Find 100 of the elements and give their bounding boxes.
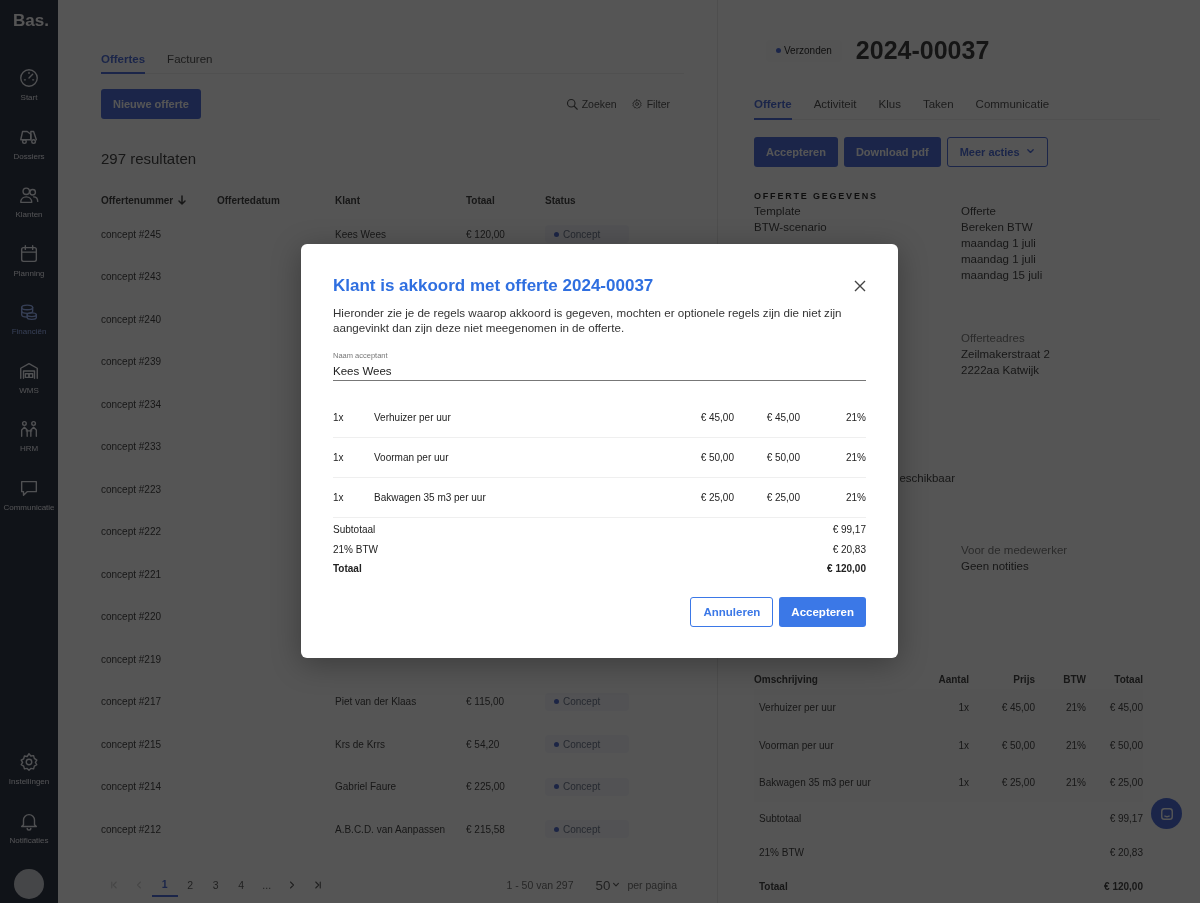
table-cell: 21% [1066,739,1086,751]
field-label: Template [754,204,801,217]
table-cell: concept #221 [101,568,162,580]
table-cell: concept #215 [101,738,162,750]
table-cell: Subtotaal [759,812,802,824]
result-count: 297 resultaten [101,149,198,169]
table-cell: € 45,00 [1001,702,1035,714]
field-value: 2222aa Katwijk [961,363,1039,376]
table-cell: Krs de Krrs [335,738,385,750]
table-cell: € 45,00 [766,412,800,423]
column-header: Prijs [1013,673,1035,685]
table-cell: € 120,00 [1104,880,1143,892]
dialog-title: Klant is akkoord met offerte 2024-00037 [333,276,654,296]
close-icon [853,279,867,293]
table-cell: € 45,00 [700,412,734,423]
tab[interactable]: Facturen [167,46,213,74]
table-cell: concept #239 [101,356,162,368]
table-cell: concept #233 [101,441,162,453]
total-label: Totaal [333,563,362,575]
tab[interactable]: Communicatie [975,89,1050,120]
table-cell: Totaal [759,880,788,892]
column-header: Totaal [1114,673,1143,685]
table-cell: € 45,00 [1109,702,1143,714]
table-cell: concept #234 [101,398,162,410]
table-cell: € 225,00 [466,781,505,793]
table-cell: Bakwagen 35 m3 per uur [759,777,871,789]
table-cell: concept #214 [101,781,162,793]
field-value: eschikbaar [899,471,955,484]
quote-number: 2024-00037 [855,36,990,66]
table-cell: Verhuizer per uur [759,702,836,714]
table-cell: € 50,00 [700,452,734,463]
cancel-button[interactable]: Annuleren [690,596,774,627]
table-cell: Voorman per uur [759,739,834,751]
column-header: Aantal [938,673,969,685]
table-cell: 1x [958,777,969,789]
tab[interactable]: Activiteit [813,89,857,120]
tab[interactable]: Taken [922,89,954,120]
table-cell: 1x [333,492,344,503]
table-cell: € 25,00 [1109,777,1143,789]
table-cell: € 215,58 [466,823,505,835]
close-button[interactable] [853,279,867,293]
page-button[interactable]: ... [254,873,280,897]
column-header[interactable]: Offertedatum [217,194,280,206]
total-label: Subtotaal [333,524,376,536]
table-cell: 21% [846,412,866,423]
total-value: € 20,83 [832,543,866,555]
app-logo: Bas. [13,11,49,31]
table-cell: € 54,20 [466,738,500,750]
table-cell: Verhuizer per uur [374,412,451,423]
column-header: BTW [1063,673,1086,685]
table-cell: concept #243 [101,271,162,283]
table-cell: 1x [958,702,969,714]
field-value: maandag 15 juli [961,268,1043,281]
table-cell: Voorman per uur [374,452,449,463]
field-value: maandag 1 juli [961,236,1036,249]
field-value: Bereken BTW [961,220,1033,233]
table-cell: € 25,00 [700,492,734,503]
table-cell: € 99,17 [1109,812,1143,824]
field-value: Geen notities [961,559,1029,572]
column-header[interactable]: Klant [335,194,360,206]
field-value: Zeilmakerstraat 2 [961,347,1050,360]
table-cell: Bakwagen 35 m3 per uur [374,492,486,503]
table-cell: € 25,00 [1001,777,1035,789]
dialog-text: Hieronder zie je de regels waarop akkoord is gegeven, mochten er optionele regels zijn die niet zijn aangevinkt dan zijn deze niet meegenomen in de offerte. [333,306,843,335]
field-value: Offerte [961,204,996,217]
table-cell: A.B.C.D. van Aanpassen [335,823,446,835]
status-label: Verzonden [784,45,832,57]
column-header[interactable]: Totaal [466,194,495,206]
column-header[interactable]: Offertenummer [101,194,174,206]
table-cell: 21% [1066,777,1086,789]
table-cell: 1x [333,412,344,423]
table-cell: concept #212 [101,823,162,835]
table-cell: concept #222 [101,526,162,538]
table-cell: Piet van der Klaas [335,696,417,708]
field-value: maandag 1 juli [961,252,1036,265]
field-label: BTW-scenario [754,220,827,233]
table-cell: 21% [846,492,866,503]
table-cell: € 20,83 [1109,846,1143,858]
table-cell: concept #220 [101,611,162,623]
table-cell: Gabriel Faure [335,781,397,793]
table-cell: Kees Wees [335,228,386,240]
table-cell: 1x [333,452,344,463]
table-cell: concept #219 [101,653,162,665]
table-cell: concept #240 [101,313,162,325]
section-title: OFFERTE GEGEVENS [754,189,879,203]
accept-button[interactable]: Accepteren [779,596,866,627]
total-value: € 99,17 [832,524,866,536]
table-cell: 1x [958,739,969,751]
table-cell: € 115,00 [466,696,505,708]
table-cell: concept #223 [101,483,162,495]
table-cell: 21% [1066,702,1086,714]
table-cell: € 50,00 [766,452,800,463]
table-cell: concept #217 [101,696,162,708]
table-cell: 21% BTW [759,846,804,858]
total-label: 21% BTW [333,543,378,555]
table-cell: 21% [846,452,866,463]
total-value: € 120,00 [827,563,866,575]
table-cell: concept #245 [101,228,162,240]
column-header[interactable]: Status [545,194,576,206]
table-cell: € 25,00 [766,492,800,503]
